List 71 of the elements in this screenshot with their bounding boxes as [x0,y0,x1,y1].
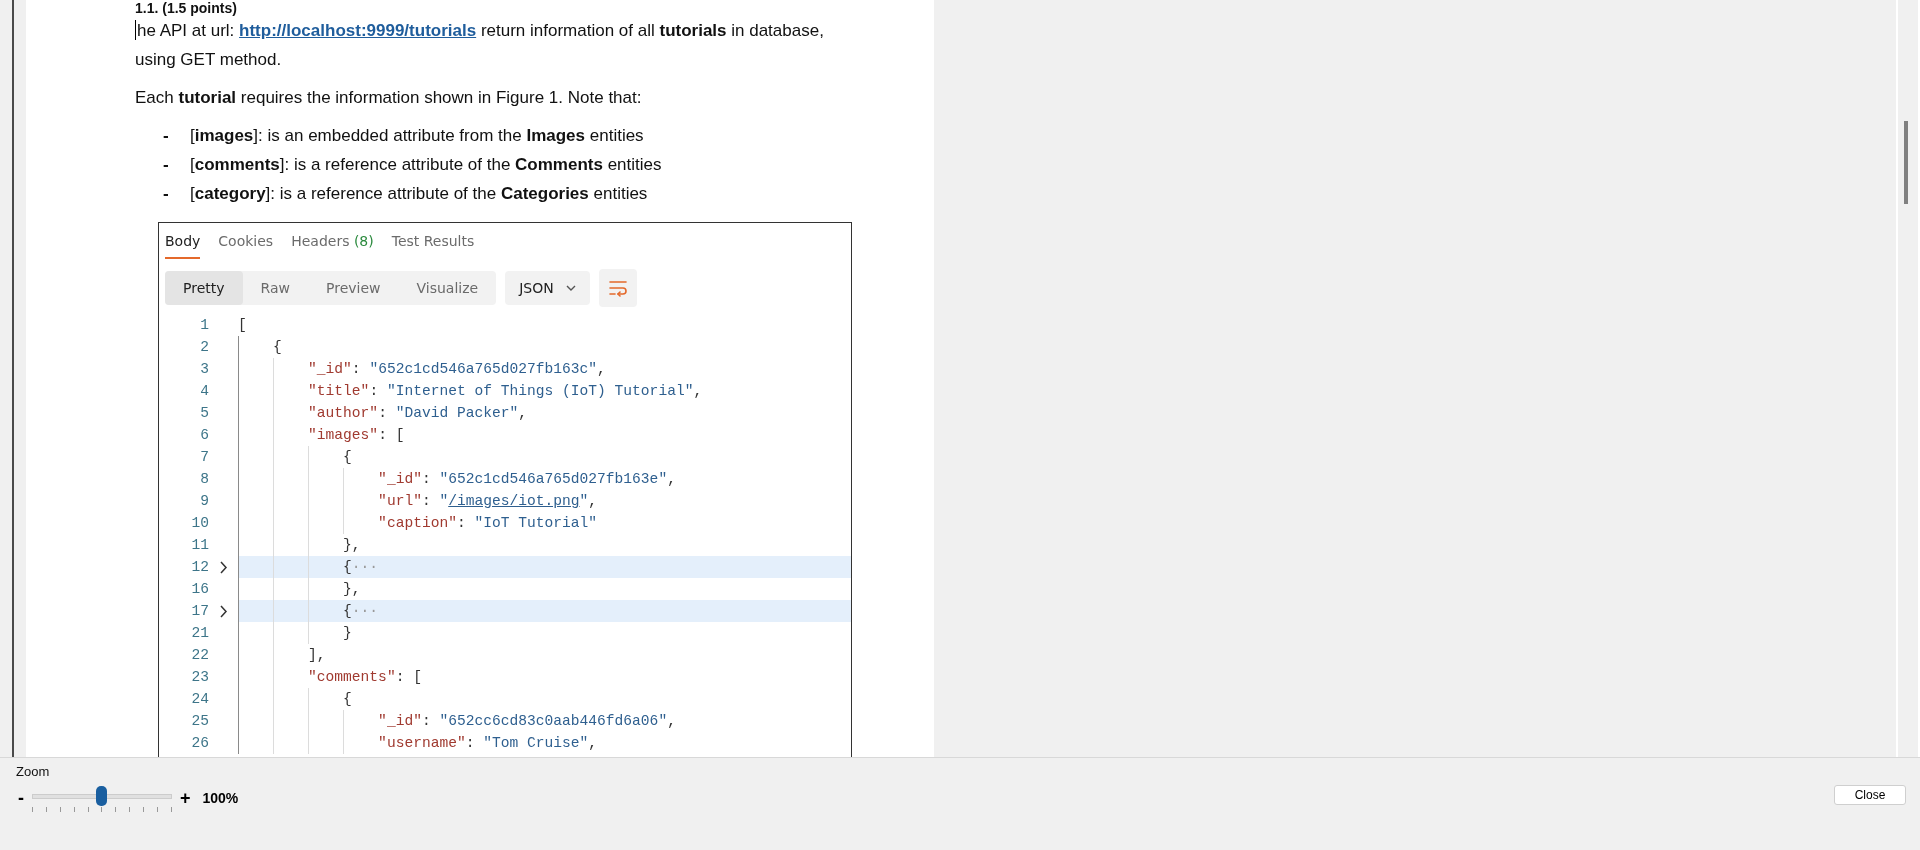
line-number: 24 [190,691,209,707]
zoom-in-button[interactable]: + [178,787,193,809]
zoom-percentage: 100% [202,790,239,806]
line-number: 7 [199,449,209,465]
code-line: "images": [ [238,424,851,446]
code-line: "caption": "IoT Tutorial" [238,512,851,534]
code-line: "_id": "652cc6cd83c0aab446fd6a06", [238,710,851,732]
line-number: 8 [199,471,209,487]
line-number: 4 [199,383,209,399]
wrap-lines-button[interactable] [598,269,637,307]
response-tab[interactable]: Test Results [391,229,475,259]
section-heading: 1.1. (1.5 points) [135,0,238,16]
line-number: 6 [199,427,209,443]
scrollbar-thumb[interactable] [1904,121,1908,204]
line-number: 9 [199,493,209,509]
bullet-dash: - [162,125,170,147]
view-mode-button[interactable]: Visualize [398,271,497,305]
line-number: 11 [190,537,209,553]
line-number: 1 [199,317,209,333]
list-item-text: [images]: is an embedded attribute from the Images entities [190,125,644,147]
code-line: }, [238,578,851,600]
code-line: { [238,688,851,710]
line-number: 17 [190,603,209,619]
format-dropdown[interactable]: JSON [505,271,590,305]
line-number: 3 [199,361,209,377]
view-mode-button[interactable]: Pretty [165,271,243,305]
line-number: 12 [190,559,209,575]
code-line: { [238,446,851,468]
zoom-out-button[interactable]: - [16,787,26,809]
line-number: 23 [190,669,209,685]
code-line: { [238,336,851,358]
line-number: 10 [190,515,209,531]
line-number: 26 [190,735,209,751]
line-number: 22 [190,647,209,663]
code-line: "_id": "652c1cd546a765d027fb163c", [238,358,851,380]
response-tab[interactable]: Cookies [218,229,274,259]
zoom-slider[interactable] [32,783,172,813]
bullet-dash: - [162,154,170,176]
code-line: } [238,622,851,644]
code-line: "url": "/images/iot.png", [238,490,851,512]
line-number: 21 [190,625,209,641]
view-mode-button[interactable]: Preview [308,271,399,305]
response-tab[interactable]: Headers (8) [291,229,374,259]
code-line: "author": "David Packer", [238,402,851,424]
line-number: 25 [190,713,209,729]
close-button[interactable]: Close [1834,785,1906,805]
code-line: "title": "Internet of Things (IoT) Tutorial", [238,380,851,402]
list-item-text: [comments]: is a reference attribute of the Comments entities [190,154,662,176]
code-line: }, [238,534,851,556]
chevron-right-icon [219,560,228,574]
line-number: 2 [199,339,209,355]
line-number: 5 [199,405,209,421]
text-cursor-icon [135,20,136,40]
code-line: [ [238,316,248,335]
view-mode-button[interactable]: Raw [242,271,308,305]
caret-down-icon [565,285,576,291]
slider-thumb[interactable] [96,786,107,806]
paragraph: he API at url: http://localhost:9999/tutorials return information of all tutorials in database, using GET method. [135,19,825,71]
zoom-label: Zoom [16,764,51,779]
list-item-text: [category]: is a reference attribute of the Categories entities [190,183,648,205]
code-line: ], [238,644,851,666]
paragraph: Each tutorial requires the information shown in Figure 1. Note that: [135,87,643,109]
response-tab[interactable]: Body [165,229,201,259]
bullet-dash: - [162,183,170,205]
wrap-lines-icon [608,279,627,297]
code-line: "comments": [ [238,666,851,688]
code-line: "username": "Tom Cruise", [238,732,851,754]
url-link[interactable]: http://localhost:9999/tutorials [239,21,477,40]
line-number: 16 [190,581,209,597]
code-line: "_id": "652c1cd546a765d027fb163e", [238,468,851,490]
chevron-right-icon [219,604,228,618]
